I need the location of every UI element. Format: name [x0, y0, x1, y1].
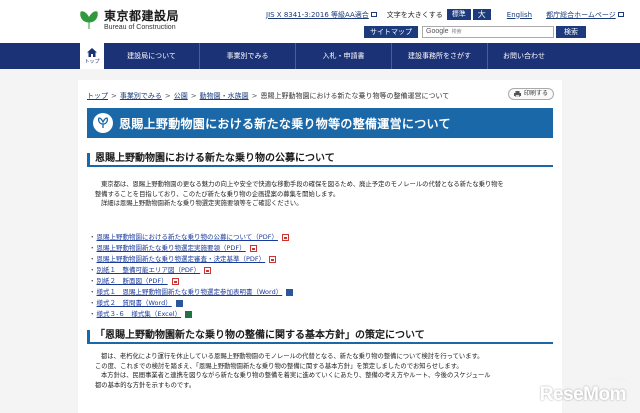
print-button[interactable]: 印刷する: [508, 88, 554, 100]
breadcrumb-projects[interactable]: 事業別でみる: [120, 92, 162, 100]
list-item: ・恩賜上野動物園新たな乗り物選定実施要領（PDF）: [89, 243, 293, 254]
section-recruitment-text: 東京都は、恩賜上野動物園の更なる魅力の向上や安全で快適な移動手段の確保を図るため…: [95, 180, 555, 209]
breadcrumb-current: 恩賜上野動物園における新たな乗り物等の整備運営について: [260, 92, 450, 100]
leaf-circle-icon: [93, 113, 113, 133]
breadcrumb-top[interactable]: トップ: [87, 92, 108, 100]
search-placeholder: Google: [426, 28, 449, 35]
nav-home-label: トップ: [84, 58, 100, 65]
utility-links: JIS X 8341-3:2016 等級AA適合 文字を大きくする 標準 大 E…: [266, 9, 624, 20]
global-nav: トップ 建設局について 事業別でみる 入札・申請書 建設事務所をさがす お問い合…: [0, 43, 640, 69]
paragraph-line: 詳細は恩賜上野動物園新たな乗り物選定実施要領等をご確認ください。: [101, 200, 303, 207]
external-link-icon: [370, 12, 377, 17]
document-link[interactable]: 別紙１ 整備可能エリア図（PDF）: [97, 265, 201, 276]
paragraph-line: 整備することを目指しており、このたび新たな乗り物の企画提案の募集を開始します。: [95, 190, 340, 198]
home-icon: [87, 47, 97, 57]
document-link[interactable]: 別紙２ 断面図（PDF）: [97, 276, 168, 287]
section-heading-recruitment: 恩賜上野動物園における新たな乗り物の公募について: [87, 152, 553, 167]
nav-home[interactable]: トップ: [80, 43, 104, 69]
sitemap-button[interactable]: サイトマップ: [364, 26, 418, 38]
ginkgo-leaf-icon: [78, 9, 100, 31]
document-link[interactable]: 恩賜上野動物園における新たな乗り物の公募について（PDF）: [97, 232, 278, 243]
search-input[interactable]: Google 検索: [422, 26, 554, 38]
breadcrumb: トップ > 事業別でみる > 公園 > 動物園・水族園 > 恩賜上野動物園における新たな乗り物等…: [87, 92, 450, 100]
paragraph-line: この度、これまでの検討を踏まえ、「恩賜上野動物園新たな乗り物の整備に関する基本方…: [95, 362, 463, 370]
excel-icon: [185, 311, 193, 318]
search-button[interactable]: 検索: [556, 26, 586, 38]
pdf-icon: [269, 256, 277, 263]
font-size-standard-button[interactable]: 標準: [446, 9, 471, 20]
list-item: ・恩賜上野動物園新たな乗り物選定審査・決定基準（PDF）: [89, 254, 293, 265]
search-hint: 検索: [451, 29, 462, 35]
nav-item-projects[interactable]: 事業別でみる: [200, 43, 296, 69]
document-link[interactable]: 様式２ 質問書（Word）: [97, 298, 172, 309]
search-area: サイトマップ Google 検索 検索: [364, 26, 586, 38]
pdf-icon: [281, 234, 289, 241]
nav-item-contact[interactable]: お問い合わせ: [488, 43, 560, 69]
logo-english: Bureau of Construction: [104, 23, 176, 31]
document-link[interactable]: 様式３-６ 様式集（Excel）: [97, 309, 182, 320]
breadcrumb-parks[interactable]: 公園: [174, 92, 188, 100]
nav-item-about[interactable]: 建設局について: [104, 43, 200, 69]
nav-item-bids[interactable]: 入札・申請書: [296, 43, 392, 69]
site-header: 東京都建設局 Bureau of Construction JIS X 8341…: [0, 0, 640, 43]
document-link[interactable]: 恩賜上野動物園新たな乗り物選定審査・決定基準（PDF）: [97, 254, 266, 265]
paragraph-line: 都は、老朽化により運行を休止している恩賜上野動物園のモノレールの代替となる、新た…: [101, 353, 484, 360]
section-heading-policy: 「恩賜上野動物園新たな乗り物の整備に関する基本方針」の策定について: [87, 329, 553, 344]
printer-icon: [513, 91, 521, 97]
main-content: トップ > 事業別でみる > 公園 > 動物園・水族園 > 恩賜上野動物園における新たな乗り物等…: [78, 80, 562, 413]
jis-link[interactable]: JIS X 8341-3:2016 等級AA適合: [266, 10, 369, 20]
list-item: ・恩賜上野動物園における新たな乗り物の公募について（PDF）: [89, 232, 293, 243]
page-title-bar: 恩賜上野動物園における新たな乗り物等の整備運営について: [87, 108, 553, 138]
font-size-label: 文字を大きくする: [386, 10, 443, 19]
tokyo-home-link[interactable]: 都庁総合ホームページ: [546, 10, 616, 20]
page: 東京都建設局 Bureau of Construction JIS X 8341…: [0, 0, 640, 413]
pdf-icon: [249, 245, 257, 252]
word-icon: [286, 289, 294, 296]
list-item: ・別紙２ 断面図（PDF）: [89, 276, 293, 287]
list-item: ・別紙１ 整備可能エリア図（PDF）: [89, 265, 293, 276]
paragraph-line: 都の基本的な方針を示すものです。: [95, 381, 196, 389]
page-title: 恩賜上野動物園における新たな乗り物等の整備運営について: [119, 116, 451, 131]
document-link[interactable]: 様式１ 恩賜上野動物園新たな乗り物選定参加表明書（Word）: [97, 287, 283, 298]
logo-japanese: 東京都建設局: [104, 8, 180, 23]
pdf-icon: [171, 278, 179, 285]
english-link[interactable]: English: [507, 11, 532, 19]
list-item: ・様式１ 恩賜上野動物園新たな乗り物選定参加表明書（Word）: [89, 287, 294, 298]
pdf-icon: [204, 267, 212, 274]
list-item: ・様式２ 質問書（Word）: [89, 298, 293, 309]
paragraph-line: 東京都は、恩賜上野動物園の更なる魅力の向上や安全で快適な移動手段の確保を図るため…: [101, 181, 504, 188]
external-link-icon: [617, 12, 624, 17]
word-icon: [175, 300, 183, 307]
print-label: 印刷する: [523, 90, 548, 97]
document-links: ・恩賜上野動物園における新たな乗り物の公募について（PDF） ・恩賜上野動物園新…: [89, 232, 294, 320]
breadcrumb-zoo[interactable]: 動物園・水族園: [200, 92, 249, 100]
document-link[interactable]: 恩賜上野動物園新たな乗り物選定実施要領（PDF）: [97, 243, 246, 254]
resemom-watermark: ReseMom リセマム: [539, 377, 627, 405]
section-policy-text: 都は、老朽化により運行を休止している恩賜上野動物園のモノレールの代替となる、新た…: [95, 352, 555, 390]
paragraph-line: 本方針は、民間事業者と連携を図りながら新たな乗り物の整備を着実に進めていくにあた…: [101, 372, 491, 379]
list-item: ・様式３-６ 様式集（Excel）: [89, 309, 293, 320]
font-size-large-button[interactable]: 大: [472, 9, 491, 20]
nav-item-offices[interactable]: 建設事務所をさがす: [392, 43, 488, 69]
site-logo[interactable]: 東京都建設局 Bureau of Construction: [78, 9, 179, 31]
